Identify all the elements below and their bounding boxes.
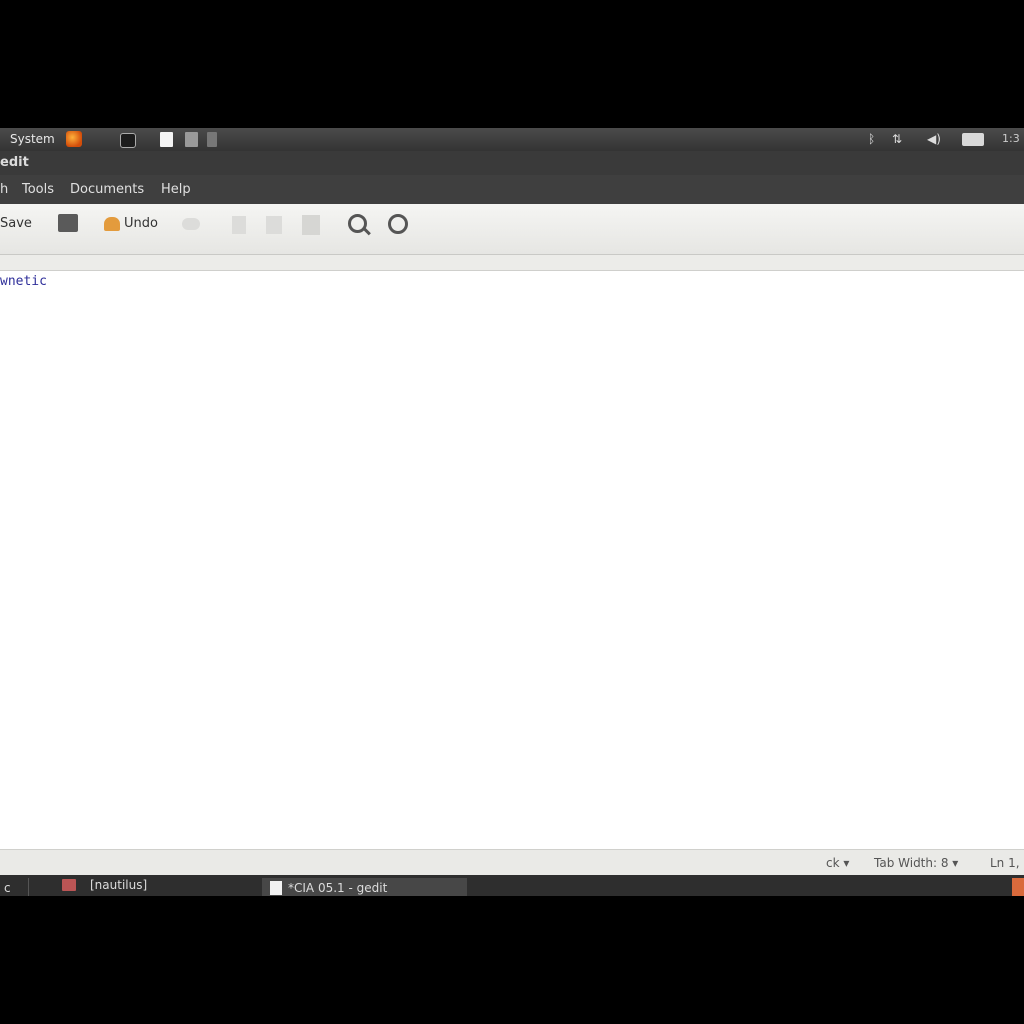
top-panel: System ᛒ ⇅ ◀) 1:3 [0, 128, 1024, 151]
volume-icon[interactable]: ◀) [927, 132, 941, 146]
mail-icon[interactable] [962, 133, 984, 146]
window-title-bar[interactable]: edit [0, 151, 1024, 175]
text-editor-launcher-icon[interactable] [160, 132, 173, 147]
taskbar-item-label: *CIA 05.1 - gedit [288, 881, 388, 895]
bottom-panel: c [nautilus] *CIA 05.1 - gedit [0, 875, 1024, 896]
find-replace-icon[interactable] [388, 214, 408, 234]
print-icon[interactable] [58, 214, 78, 232]
cut-icon[interactable] [232, 216, 246, 234]
find-icon[interactable] [348, 214, 367, 233]
taskbar-item-label: [nautilus] [90, 878, 148, 892]
menu-tools[interactable]: Tools [22, 182, 54, 197]
document-launcher-icon[interactable] [185, 132, 198, 147]
language-selector[interactable]: ck ▾ [826, 856, 849, 870]
menu-bar: h Tools Documents Help [0, 175, 1024, 204]
desktop-screen: System ᛒ ⇅ ◀) 1:3 edit h Tools Documents… [0, 128, 1024, 896]
menu-documents[interactable]: Documents [70, 182, 144, 197]
status-bar: ck ▾ Tab Width: 8 ▾ Ln 1, [0, 849, 1024, 876]
document-tab-strip[interactable] [0, 255, 1024, 271]
cursor-position: Ln 1, [990, 856, 1020, 870]
bluetooth-icon[interactable]: ᛒ [868, 132, 875, 146]
save-button[interactable]: Save [0, 216, 32, 231]
menu-help[interactable]: Help [161, 182, 191, 197]
firefox-launcher-icon[interactable] [66, 131, 82, 147]
taskbar-item-gedit[interactable]: *CIA 05.1 - gedit [262, 878, 467, 896]
text-editor-area[interactable]: wnetic [0, 271, 1024, 849]
app-launcher-icon[interactable] [207, 132, 217, 147]
clock[interactable]: 1:3 [1002, 132, 1020, 145]
copy-icon[interactable] [266, 216, 282, 234]
terminal-launcher-icon[interactable] [120, 133, 136, 148]
window-title: edit [0, 155, 29, 170]
trash-icon[interactable] [1012, 878, 1024, 896]
undo-button[interactable]: Undo [124, 216, 158, 231]
folder-icon [62, 879, 76, 891]
redo-icon[interactable] [182, 218, 200, 230]
paste-icon[interactable] [302, 215, 320, 235]
menu-search[interactable]: h [0, 182, 8, 197]
toolbar: Save Undo [0, 204, 1024, 255]
undo-icon[interactable] [104, 217, 120, 231]
system-menu[interactable]: System [10, 132, 55, 146]
network-icon[interactable]: ⇅ [892, 132, 902, 146]
show-desktop-label: c [4, 881, 11, 895]
show-desktop-button[interactable]: c [0, 878, 29, 896]
editor-content[interactable]: wnetic [0, 274, 47, 289]
tab-width-selector[interactable]: Tab Width: 8 ▾ [874, 856, 958, 870]
text-document-icon [270, 881, 282, 895]
